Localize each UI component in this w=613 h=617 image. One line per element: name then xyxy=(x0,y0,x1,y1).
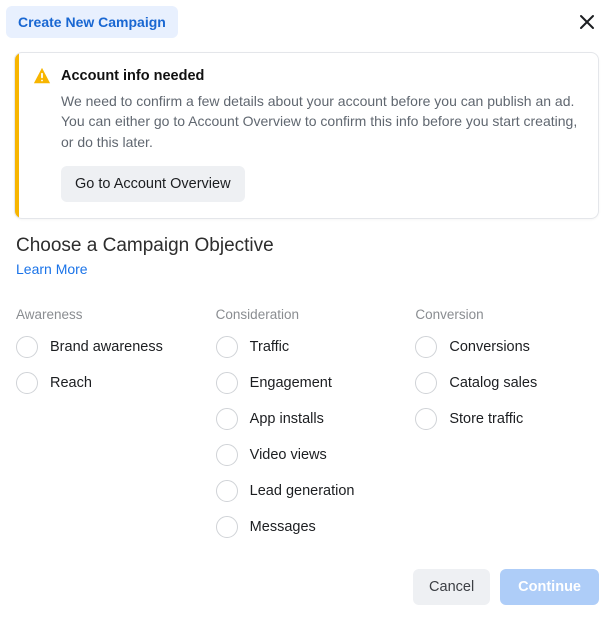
pill-label: Create New Campaign xyxy=(18,14,166,30)
account-info-alert: Account info needed We need to confirm a… xyxy=(14,52,599,219)
radio-icon xyxy=(216,372,238,394)
column-consideration: Consideration Traffic Engagement App ins… xyxy=(216,307,398,552)
account-overview-button[interactable]: Go to Account Overview xyxy=(61,166,245,202)
cancel-button[interactable]: Cancel xyxy=(413,569,490,605)
close-icon xyxy=(577,12,597,32)
warning-icon xyxy=(33,67,51,85)
radio-icon xyxy=(216,444,238,466)
option-conversions[interactable]: Conversions xyxy=(415,336,597,358)
option-label: Conversions xyxy=(449,339,530,355)
objective-columns: Awareness Brand awareness Reach Consider… xyxy=(0,279,613,562)
option-label: Traffic xyxy=(250,339,289,355)
learn-more-link[interactable]: Learn More xyxy=(16,261,88,277)
radio-icon xyxy=(415,408,437,430)
option-brand-awareness[interactable]: Brand awareness xyxy=(16,336,198,358)
option-video-views[interactable]: Video views xyxy=(216,444,398,466)
close-button[interactable] xyxy=(571,6,603,38)
option-label: Messages xyxy=(250,519,316,535)
option-traffic[interactable]: Traffic xyxy=(216,336,398,358)
create-campaign-pill[interactable]: Create New Campaign xyxy=(6,6,178,38)
radio-icon xyxy=(216,336,238,358)
radio-icon xyxy=(16,336,38,358)
radio-icon xyxy=(216,480,238,502)
radio-icon xyxy=(415,336,437,358)
option-label: Store traffic xyxy=(449,411,523,427)
radio-icon xyxy=(16,372,38,394)
radio-icon xyxy=(216,516,238,538)
option-store-traffic[interactable]: Store traffic xyxy=(415,408,597,430)
alert-description: We need to confirm a few details about y… xyxy=(61,91,582,152)
option-label: Engagement xyxy=(250,375,332,391)
option-engagement[interactable]: Engagement xyxy=(216,372,398,394)
option-label: Catalog sales xyxy=(449,375,537,391)
option-catalog-sales[interactable]: Catalog sales xyxy=(415,372,597,394)
column-header-conversion: Conversion xyxy=(415,307,597,322)
option-label: Video views xyxy=(250,447,327,463)
radio-icon xyxy=(216,408,238,430)
page-title: Choose a Campaign Objective xyxy=(16,235,597,257)
option-label: Reach xyxy=(50,375,92,391)
footer-actions: Cancel Continue xyxy=(413,569,599,605)
option-app-installs[interactable]: App installs xyxy=(216,408,398,430)
column-header-consideration: Consideration xyxy=(216,307,398,322)
column-header-awareness: Awareness xyxy=(16,307,198,322)
option-label: App installs xyxy=(250,411,324,427)
continue-button[interactable]: Continue xyxy=(500,569,599,605)
radio-icon xyxy=(415,372,437,394)
option-reach[interactable]: Reach xyxy=(16,372,198,394)
option-lead-generation[interactable]: Lead generation xyxy=(216,480,398,502)
option-label: Brand awareness xyxy=(50,339,163,355)
column-conversion: Conversion Conversions Catalog sales Sto… xyxy=(415,307,597,552)
column-awareness: Awareness Brand awareness Reach xyxy=(16,307,198,552)
alert-title: Account info needed xyxy=(61,68,204,84)
option-messages[interactable]: Messages xyxy=(216,516,398,538)
option-label: Lead generation xyxy=(250,483,355,499)
